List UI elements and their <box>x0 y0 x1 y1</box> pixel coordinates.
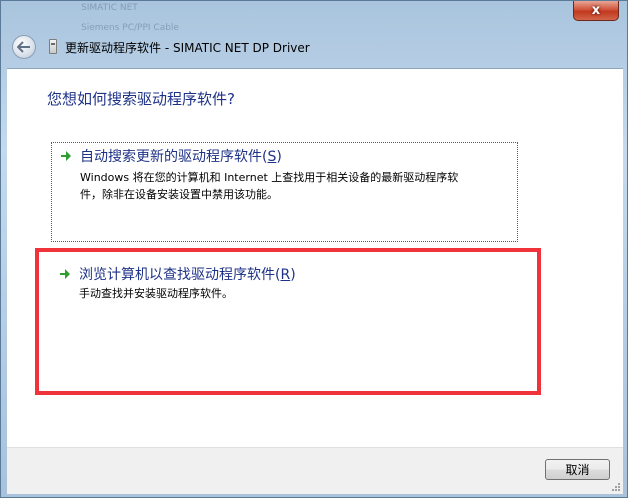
option-browse-title: 浏览计算机以查找驱动程序软件(R) <box>79 267 296 283</box>
close-button[interactable]: x <box>573 1 619 21</box>
back-arrow-icon <box>17 41 30 53</box>
close-icon: x <box>591 3 601 18</box>
resize-grip-icon[interactable] <box>611 482 621 492</box>
option-browse-desc: 手动查找并安装驱动程序软件。 <box>79 287 233 300</box>
title-bar: 更新驱动程序软件 - SIMATIC NET DP Driver <box>7 31 623 65</box>
option-browse-computer[interactable]: 浏览计算机以查找驱动程序软件(R) 手动查找并安装驱动程序软件。 <box>51 261 518 311</box>
green-arrow-icon <box>60 269 70 279</box>
window-title: 更新驱动程序软件 - SIMATIC NET DP Driver <box>65 41 310 55</box>
background-text: SIMATIC NET <box>81 3 138 13</box>
dialog-footer: 取消 <box>7 447 623 494</box>
device-icon <box>49 39 57 54</box>
back-button[interactable] <box>12 35 36 59</box>
dialog-content: 您想如何搜索驱动程序软件? 自动搜索更新的驱动程序软件(S) Windows 将… <box>7 68 623 448</box>
option-auto-search[interactable]: 自动搜索更新的驱动程序软件(S) Windows 将在您的计算机和 Intern… <box>51 142 518 242</box>
option-auto-search-title: 自动搜索更新的驱动程序软件(S) <box>80 149 282 165</box>
option-auto-search-desc: Windows 将在您的计算机和 Internet 上查找用于相关设备的最新驱动… <box>80 171 459 201</box>
dialog-question: 您想如何搜索驱动程序软件? <box>47 90 235 108</box>
window-frame: SIMATIC NET Siemens PC/PPI Cable x 更新驱动程… <box>0 0 628 498</box>
cancel-button[interactable]: 取消 <box>545 459 610 480</box>
green-arrow-icon <box>61 151 71 161</box>
